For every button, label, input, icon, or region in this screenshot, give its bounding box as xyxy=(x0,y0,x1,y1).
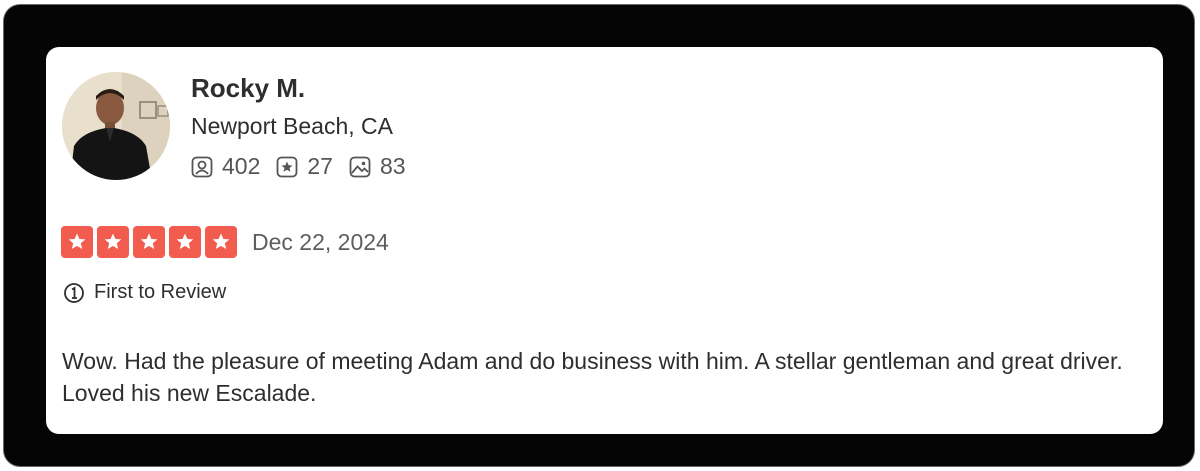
star-icon xyxy=(140,233,158,249)
review-date: Dec 22, 2024 xyxy=(252,228,389,255)
reviewer-stats: 402 27 83 xyxy=(191,153,422,180)
badge-label: First to Review xyxy=(94,281,227,303)
review-card: Rocky M. Newport Beach, CA 402 27 83 Dec… xyxy=(46,47,1163,434)
star-1 xyxy=(61,226,93,258)
friends-stat: 402 xyxy=(191,153,260,180)
reviews-stat: 27 xyxy=(276,153,333,180)
star-4 xyxy=(169,226,201,258)
star-rating xyxy=(61,226,241,258)
star-icon xyxy=(104,233,122,249)
star-5 xyxy=(205,226,237,258)
reviewer-name[interactable]: Rocky M. xyxy=(191,73,305,104)
reviews-star-icon xyxy=(276,156,298,177)
first-badge-icon xyxy=(64,282,84,303)
avatar[interactable] xyxy=(62,72,170,180)
review-text: Wow. Had the pleasure of meeting Adam an… xyxy=(62,348,1123,406)
friends-count: 402 xyxy=(222,153,261,179)
rating-row: Dec 22, 2024 xyxy=(61,226,389,258)
star-icon xyxy=(212,233,230,249)
star-3 xyxy=(133,226,165,258)
photos-count: 83 xyxy=(379,153,406,179)
photos-stat: 83 xyxy=(349,153,406,180)
device-frame: Rocky M. Newport Beach, CA 402 27 83 Dec… xyxy=(4,5,1194,466)
friends-icon xyxy=(191,156,213,177)
first-to-review-badge: First to Review xyxy=(63,281,226,304)
star-icon xyxy=(68,233,86,249)
reviewer-location: Newport Beach, CA xyxy=(191,113,393,139)
avatar-photo xyxy=(62,72,170,180)
star-2 xyxy=(97,226,129,258)
star-icon xyxy=(176,233,194,249)
photos-icon xyxy=(349,156,371,177)
reviews-count: 27 xyxy=(307,153,333,179)
